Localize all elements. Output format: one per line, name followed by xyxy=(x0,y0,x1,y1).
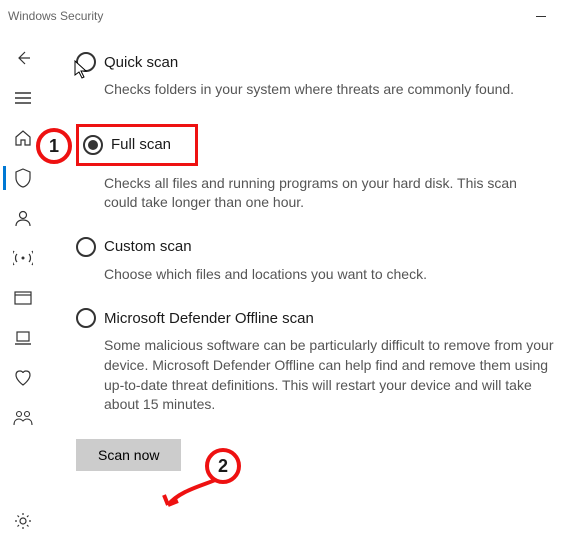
back-button[interactable] xyxy=(3,38,43,78)
sidebar-item-family[interactable] xyxy=(3,398,43,438)
heart-icon xyxy=(14,370,32,386)
sidebar-item-firewall[interactable] xyxy=(3,238,43,278)
option-custom-scan: Custom scan Choose which files and locat… xyxy=(76,237,563,285)
option-title: Custom scan xyxy=(104,238,192,255)
sidebar-item-device-health[interactable] xyxy=(3,358,43,398)
annotation-callout-2: 2 xyxy=(205,448,241,484)
radio-custom-scan[interactable]: Custom scan xyxy=(76,237,563,257)
radio-icon xyxy=(76,308,96,328)
radio-dot-icon xyxy=(88,140,98,150)
radio-quick-scan[interactable]: Quick scan xyxy=(76,52,563,72)
sidebar-item-device-security[interactable] xyxy=(3,318,43,358)
sidebar-item-app-control[interactable] xyxy=(3,278,43,318)
family-icon xyxy=(13,410,33,426)
cursor-icon xyxy=(74,60,90,80)
option-offline-scan: Microsoft Defender Offline scan Some mal… xyxy=(76,308,563,414)
option-title: Quick scan xyxy=(104,54,178,71)
antenna-icon xyxy=(13,250,33,266)
main-content: Quick scan Checks folders in your system… xyxy=(46,32,571,541)
home-icon xyxy=(14,129,32,147)
annotation-highlight: Full scan xyxy=(76,124,198,166)
window-title: Windows Security xyxy=(8,9,519,23)
back-arrow-icon xyxy=(15,50,31,66)
option-description: Checks folders in your system where thre… xyxy=(104,80,554,100)
option-description: Choose which files and locations you wan… xyxy=(104,265,554,285)
sidebar-item-settings[interactable] xyxy=(3,501,43,541)
minimize-icon xyxy=(536,16,546,17)
sidebar-item-account[interactable] xyxy=(3,198,43,238)
radio-full-scan[interactable] xyxy=(83,135,103,155)
option-title: Full scan xyxy=(111,136,171,153)
sidebar-item-virus[interactable] xyxy=(3,158,43,198)
radio-icon xyxy=(76,237,96,257)
option-quick-scan: Quick scan Checks folders in your system… xyxy=(76,52,563,100)
radio-offline-scan[interactable]: Microsoft Defender Offline scan xyxy=(76,308,563,328)
hamburger-icon xyxy=(15,92,31,104)
sidebar xyxy=(0,32,46,541)
browser-icon xyxy=(14,291,32,305)
window-controls xyxy=(519,2,563,30)
menu-button[interactable] xyxy=(3,78,43,118)
laptop-icon xyxy=(14,331,32,345)
shield-icon xyxy=(14,168,32,188)
minimize-button[interactable] xyxy=(519,2,563,30)
option-description: Some malicious software can be particula… xyxy=(104,336,554,414)
gear-icon xyxy=(14,512,32,530)
option-description: Checks all files and running programs on… xyxy=(104,174,554,213)
titlebar: Windows Security xyxy=(0,0,571,32)
scan-now-button[interactable]: Scan now xyxy=(76,439,181,471)
annotation-callout-1: 1 xyxy=(36,128,72,164)
person-icon xyxy=(14,209,32,227)
option-full-scan: Full scan Checks all files and running p… xyxy=(76,124,563,213)
option-title: Microsoft Defender Offline scan xyxy=(104,310,314,327)
